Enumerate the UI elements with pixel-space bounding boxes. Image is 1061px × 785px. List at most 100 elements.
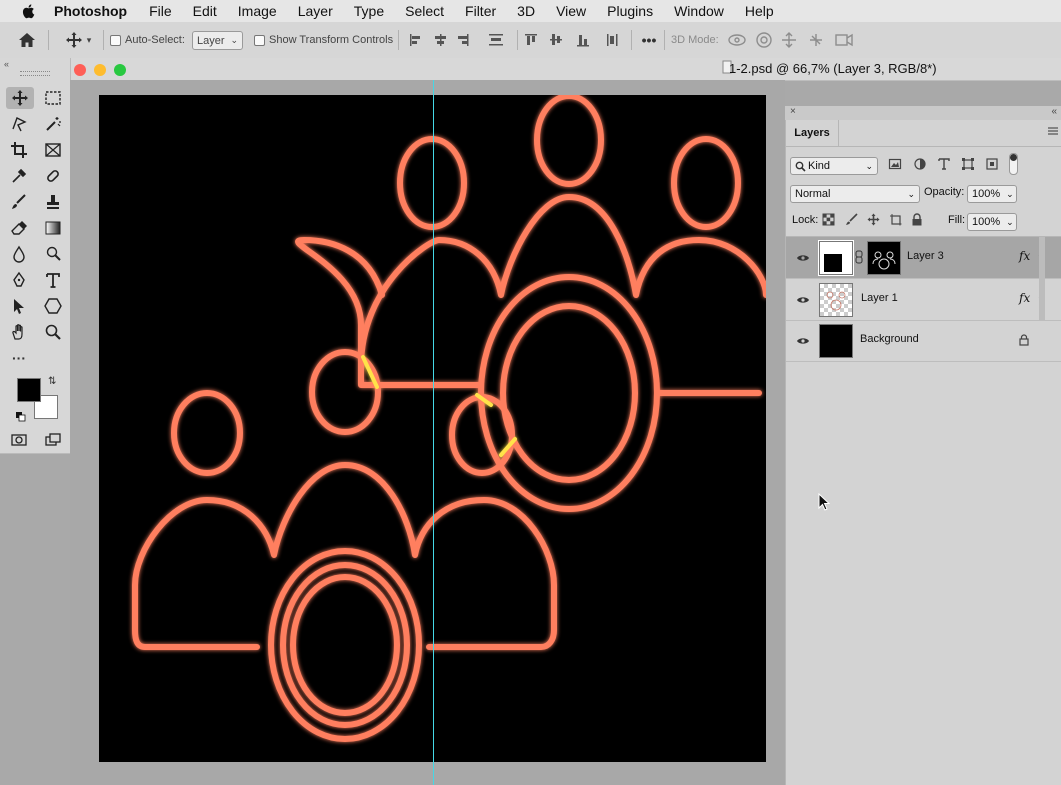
menu-file[interactable]: File bbox=[149, 3, 172, 19]
opacity-input[interactable]: 100% ⌄ bbox=[967, 185, 1017, 203]
collapse-panel-icon[interactable]: « bbox=[4, 59, 9, 69]
vertical-guide[interactable] bbox=[433, 80, 434, 785]
path-selection-icon[interactable] bbox=[8, 295, 30, 317]
show-transform-check[interactable] bbox=[254, 34, 265, 46]
panel-menu-icon[interactable] bbox=[1047, 126, 1059, 139]
more-options-button[interactable]: ••• bbox=[638, 31, 660, 49]
default-colors-icon[interactable] bbox=[16, 409, 26, 427]
layer-1-thumbnail[interactable] bbox=[819, 283, 853, 317]
panel-grip[interactable] bbox=[20, 71, 50, 76]
menu-image[interactable]: Image bbox=[238, 3, 277, 19]
distribute-icons-group bbox=[522, 31, 632, 49]
layer-effects-fx-icon[interactable]: fx bbox=[1019, 291, 1030, 305]
fill-input[interactable]: 100% ⌄ bbox=[967, 213, 1017, 231]
visibility-eye-icon[interactable] bbox=[796, 253, 810, 263]
menu-3d[interactable]: 3D bbox=[517, 3, 535, 19]
hand-tool-icon[interactable] bbox=[8, 321, 30, 343]
magic-wand-icon[interactable] bbox=[42, 113, 64, 135]
eraser-tool-icon[interactable] bbox=[8, 217, 30, 239]
auto-select-check[interactable] bbox=[110, 34, 121, 46]
menu-window[interactable]: Window bbox=[674, 3, 724, 19]
zoom-tool-icon[interactable] bbox=[42, 321, 64, 343]
filter-toggle-switch[interactable] bbox=[1009, 153, 1018, 175]
chain-link-icon[interactable] bbox=[855, 250, 863, 264]
blur-tool-icon[interactable] bbox=[8, 243, 30, 265]
close-window-button[interactable] bbox=[74, 64, 86, 76]
move-tool-preset-icon[interactable]: ▾ bbox=[58, 30, 98, 50]
auto-select-target-dropdown[interactable]: Layer ⌄ bbox=[192, 31, 244, 50]
search-icon bbox=[795, 161, 806, 172]
lasso-tool-icon[interactable] bbox=[8, 113, 30, 135]
background-layer-name[interactable]: Background bbox=[860, 333, 919, 345]
menu-layer[interactable]: Layer bbox=[298, 3, 333, 19]
lock-all-icon[interactable] bbox=[911, 213, 923, 229]
lock-icon[interactable] bbox=[1019, 334, 1029, 346]
layer-row-background[interactable]: Background bbox=[786, 320, 1061, 362]
app-name[interactable]: Photoshop bbox=[54, 3, 127, 19]
quick-mask-icon[interactable] bbox=[8, 429, 30, 451]
menu-edit[interactable]: Edit bbox=[193, 3, 217, 19]
3d-mode-label: 3D Mode: bbox=[671, 34, 719, 46]
filter-smart-object-icon[interactable] bbox=[985, 157, 999, 174]
lock-pixels-brush-icon[interactable] bbox=[845, 213, 858, 229]
brush-tool-icon[interactable] bbox=[8, 191, 30, 213]
layer-3-name[interactable]: Layer 3 bbox=[907, 250, 944, 262]
foreground-color-swatch[interactable] bbox=[17, 378, 41, 402]
minimize-window-button[interactable] bbox=[94, 64, 106, 76]
tools-panel: « ··· ⇅ bbox=[0, 58, 71, 454]
zoom-window-button[interactable] bbox=[114, 64, 126, 76]
filter-type-icon[interactable] bbox=[937, 157, 951, 174]
layer-1-name[interactable]: Layer 1 bbox=[861, 292, 898, 304]
type-tool-icon[interactable] bbox=[42, 269, 64, 291]
menu-filter[interactable]: Filter bbox=[465, 3, 496, 19]
layer-effects-fx-icon[interactable]: fx bbox=[1019, 249, 1030, 263]
filter-adjustment-icon[interactable] bbox=[913, 157, 927, 174]
menu-select[interactable]: Select bbox=[405, 3, 444, 19]
background-thumbnail[interactable] bbox=[819, 324, 853, 358]
swap-colors-icon[interactable]: ⇅ bbox=[48, 376, 56, 387]
crop-tool-icon[interactable] bbox=[8, 139, 30, 161]
home-icon[interactable] bbox=[16, 30, 38, 50]
document-title[interactable]: 1-2.psd @ 66,7% (Layer 3, RGB/8*) bbox=[729, 61, 937, 76]
layer-3-mask-thumbnail[interactable] bbox=[867, 241, 901, 275]
menu-type[interactable]: Type bbox=[354, 3, 384, 19]
pen-tool-icon[interactable] bbox=[8, 269, 30, 291]
move-tool-icon[interactable] bbox=[6, 87, 34, 109]
edit-toolbar-icon[interactable]: ··· bbox=[8, 347, 30, 369]
dodge-tool-icon[interactable] bbox=[42, 243, 64, 265]
layers-tab[interactable]: Layers bbox=[786, 120, 839, 146]
filter-shape-icon[interactable] bbox=[961, 157, 975, 174]
layer-3-thumbnail[interactable] bbox=[818, 240, 854, 276]
frame-tool-icon[interactable] bbox=[42, 139, 64, 161]
options-bar: ▾ Auto-Select: Layer ⌄ Show Transform Co… bbox=[0, 22, 1061, 59]
filter-pixel-icon[interactable] bbox=[888, 157, 902, 174]
apple-icon[interactable] bbox=[20, 2, 38, 20]
eyedropper-icon[interactable] bbox=[8, 165, 30, 187]
close-panel-icon[interactable]: × bbox=[790, 106, 796, 117]
menu-plugins[interactable]: Plugins bbox=[607, 3, 653, 19]
visibility-eye-icon[interactable] bbox=[796, 336, 810, 346]
lock-position-icon[interactable] bbox=[867, 213, 880, 229]
collapse-panel-icon[interactable]: « bbox=[1051, 106, 1057, 117]
clone-stamp-icon[interactable] bbox=[42, 191, 64, 213]
layers-scrollbar[interactable] bbox=[1039, 237, 1045, 320]
filter-kind-value: Kind bbox=[808, 160, 831, 172]
layer-filter-kind-dropdown[interactable]: Kind ⌄ bbox=[790, 157, 878, 175]
fill-value: 100% bbox=[972, 216, 1001, 228]
layer-row-layer-1[interactable]: Layer 1 fx ⌄ bbox=[786, 279, 1061, 321]
lock-transparent-icon[interactable] bbox=[822, 213, 835, 229]
gradient-tool-icon[interactable] bbox=[42, 217, 64, 239]
screen-mode-icon[interactable] bbox=[42, 429, 64, 451]
visibility-eye-icon[interactable] bbox=[796, 295, 810, 305]
blend-mode-dropdown[interactable]: Normal ⌄ bbox=[790, 185, 920, 203]
healing-brush-icon[interactable] bbox=[42, 165, 64, 187]
shape-tool-icon[interactable] bbox=[42, 295, 64, 317]
lock-artboard-icon[interactable] bbox=[889, 213, 902, 229]
marquee-tool-icon[interactable] bbox=[42, 87, 64, 109]
show-transform-controls-checkbox[interactable]: Show Transform Controls bbox=[254, 32, 393, 48]
menu-view[interactable]: View bbox=[556, 3, 586, 19]
auto-select-checkbox[interactable]: Auto-Select: bbox=[110, 32, 185, 48]
layer-row-layer-3[interactable]: Layer 3 fx ⌄ bbox=[786, 237, 1061, 279]
align-icons-group bbox=[405, 31, 515, 49]
menu-help[interactable]: Help bbox=[745, 3, 774, 19]
